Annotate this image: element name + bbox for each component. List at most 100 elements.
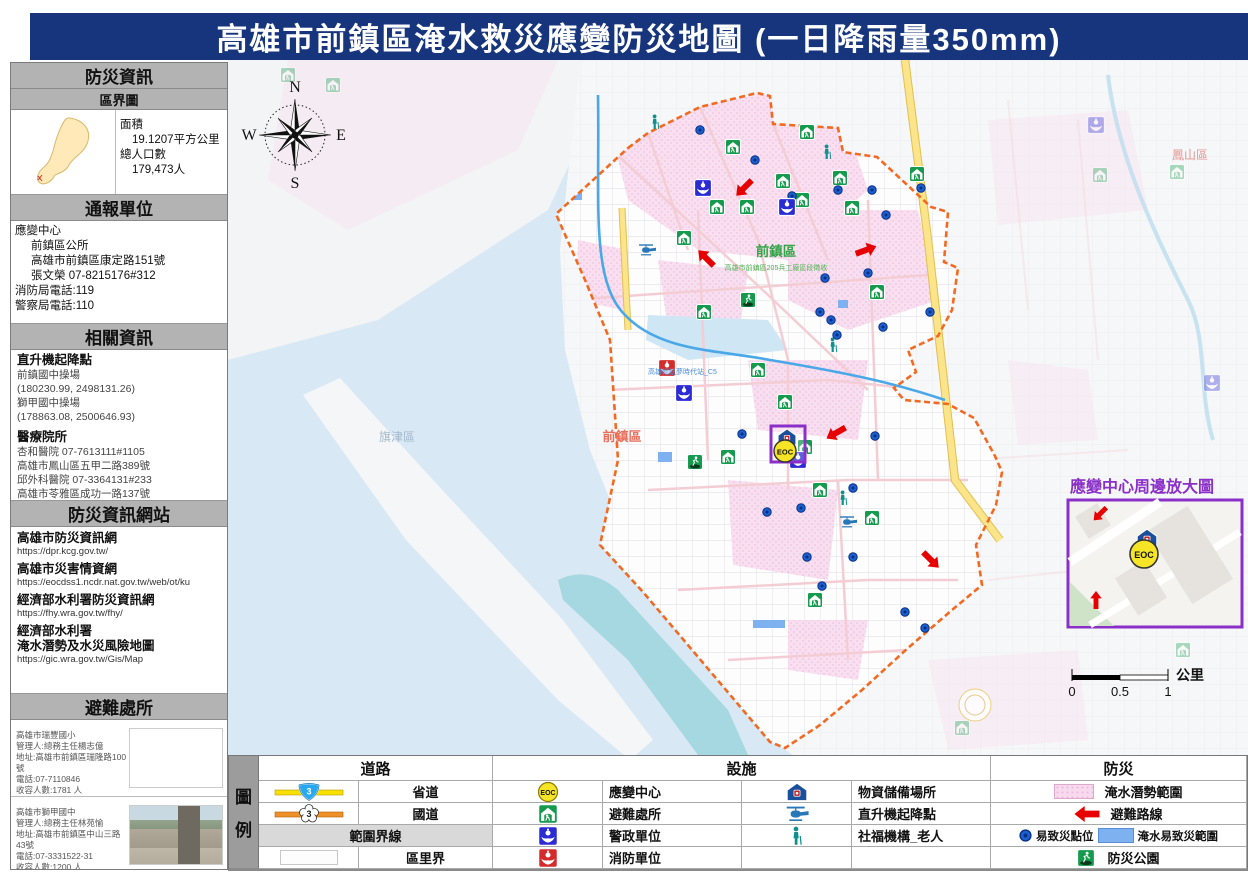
legend-elder-icon — [742, 825, 852, 847]
shelter-1-photo — [129, 728, 223, 788]
shelters-header: 避難處所 — [11, 694, 227, 720]
site-4-name-2: 淹水潛勢及水災風險地圖 — [17, 639, 221, 654]
shelter-1-capacity: 收容人數:1781 人 — [16, 785, 127, 796]
district-overview: 面積 19.1207平方公里 總人口數 179,473人 — [11, 110, 227, 195]
compass-e-label: E — [336, 127, 346, 144]
heliport-2: 獅甲國中操場 — [17, 396, 221, 410]
eoc-map-label: EOC — [777, 448, 794, 457]
flood-risk-swatch — [1098, 828, 1134, 843]
scale-half: 0.5 — [1111, 684, 1129, 699]
heliport-title: 直升機起降點 — [17, 352, 221, 368]
shelter-2-phone: 電話:07-3331522-31 — [16, 851, 127, 862]
office-line: 前鎮區公所 — [15, 239, 223, 254]
compass-s-label: S — [291, 175, 300, 192]
shelter-2-name: 高雄市獅甲國中 — [16, 807, 127, 818]
svg-text:EOC: EOC — [540, 790, 555, 797]
related-info-header: 相關資訊 — [11, 324, 227, 350]
hospital-2-address: 高雄市苓雅區成功一路137號 — [17, 487, 221, 501]
legend-eoc-label: 應變中心 — [603, 781, 742, 803]
shelter-1-name: 高雄市瑞豐國小 — [16, 730, 127, 741]
legend-boundary-header: 範圍界線 — [259, 825, 493, 847]
hospital-2: 邱外科醫院 07-3364131#233 — [17, 473, 221, 487]
evac-arrow-icon — [1074, 806, 1100, 822]
area-label: 面積 — [120, 118, 225, 133]
district-shape-thumbnail — [11, 110, 116, 194]
shelter-2-capacity: 收容人數:1200 人 — [16, 862, 127, 870]
report-unit-block: 應變中心 前鎮區公所 高雄市前鎮區康定路151號 張文榮 07-8215176#… — [11, 221, 227, 324]
heliport-1: 前鎮國中操場 — [17, 368, 221, 382]
shelter-entry-1: 高雄市瑞豐國小 管理人:總務主任楊志億 地址:高雄市前鎮區瑞隆路100號 電話:… — [11, 720, 227, 797]
legend-police-icon — [493, 825, 603, 847]
legend-side-label: 圖例 — [229, 756, 259, 868]
scale-one: 1 — [1164, 684, 1171, 699]
heliport-1-coord: (180230.99, 2498131.26) — [17, 382, 221, 396]
related-info-block: 直升機起降點 前鎮國中操場 (180230.99, 2498131.26) 獅甲… — [11, 350, 227, 501]
page-title: 高雄市前鎮區淹水救災應變防災地圖 (一日降雨量350mm) — [30, 13, 1248, 60]
shelter-entry-2: 高雄市獅甲國中 管理人:總務主任林苑愉 地址:高雄市前鎮區中山三路43號 電話:… — [11, 797, 227, 870]
legend-empty-cell — [742, 847, 852, 869]
inset-eoc-label: EOC — [1134, 550, 1154, 560]
police-phone: 警察局電話:110 — [15, 299, 223, 314]
map-canvas: EOC 前鎮區 高雄市前鎮區205兵工廠區段徵收 前鎮區 旗津區 鳳山區 高雄輕… — [228, 60, 1248, 755]
district-line-swatch — [259, 847, 359, 869]
fire-phone: 消防局電話:119 — [15, 284, 223, 299]
sidebar-header: 防災資訊 — [11, 63, 227, 89]
lrt-station-label: 高雄輕軌夢時代站_C5 — [648, 367, 717, 376]
site-2-url: https://eocdss1.ncdr.nat.gov.tw/web/ot/k… — [17, 577, 221, 589]
site-4-url: https://gic.wra.gov.tw/Gis/Map — [17, 654, 221, 666]
disaster-park-icon — [1077, 849, 1095, 867]
shelter-2-address: 地址:高雄市前鎮區中山三路43號 — [16, 829, 127, 851]
site-1-url: https://dpr.kcg.gov.tw/ — [17, 546, 221, 558]
site-1-name: 高雄市防災資訊網 — [17, 531, 221, 546]
hospital-1-address: 高雄市鳳山區五甲二路389號 — [17, 459, 221, 473]
legend-prevention-header: 防災 — [991, 756, 1247, 781]
scale-unit: 公里 — [1176, 667, 1204, 683]
legend-heliport-label: 直升機起降點 — [852, 803, 991, 825]
national-road-label: 國道 — [359, 803, 493, 825]
shelter-2-photo — [129, 805, 223, 865]
site-3-name: 經濟部水利署防災資訊網 — [17, 593, 221, 608]
shelter-2-manager: 管理人:總務主任林苑愉 — [16, 818, 127, 829]
disaster-park-icon — [741, 293, 756, 308]
disaster-map-page: 高雄市前鎮區淹水救災應變防災地圖 (一日降雨量350mm) 防災資訊 區界圖 面… — [0, 0, 1248, 882]
compass-w-label: W — [241, 127, 257, 144]
site-2-name: 高雄市災害情資網 — [17, 562, 221, 577]
legend-shelter-label: 避難處所 — [603, 803, 742, 825]
national-road-icon: 3 — [259, 803, 359, 825]
district-line-label: 區里界 — [359, 847, 493, 869]
compass-n-label: N — [289, 79, 301, 96]
svg-text:3: 3 — [306, 809, 311, 819]
risk-point-icon — [1019, 829, 1032, 842]
site-4-name: 經濟部水利署 — [17, 624, 221, 639]
eoc-inset-map: 應變中心周邊放大圖 EOC — [1068, 477, 1242, 627]
legend-facilities-header: 設施 — [493, 756, 991, 781]
district-sublabel-green: 高雄市前鎮區205兵工廠區段徵收 — [725, 263, 828, 272]
report-unit-header: 通報單位 — [11, 195, 227, 221]
office-address: 高雄市前鎮區康定路151號 — [15, 254, 223, 269]
info-sidebar: 防災資訊 區界圖 面積 19.1207平方公里 總人口數 179,473人 通報… — [10, 62, 228, 870]
svg-text:3: 3 — [306, 786, 311, 796]
flood-zone-swatch — [1054, 784, 1094, 799]
legend-flood-zone: 淹水潛勢範圍 — [991, 781, 1247, 803]
eoc-highlight: EOC — [771, 426, 805, 462]
legend-police-label: 警政單位 — [603, 825, 742, 847]
district-shape-icon — [13, 113, 113, 191]
hospital-1: 杏和醫院 07-7613111#1105 — [17, 445, 221, 459]
legend-fire-label: 消防單位 — [603, 847, 742, 869]
district-label-green: 前鎮區 — [756, 243, 797, 259]
population-label: 總人口數 — [120, 148, 225, 163]
hospital-title: 醫療院所 — [17, 429, 221, 445]
district-map-header: 區界圖 — [11, 89, 227, 110]
fengshan-district-label: 鳳山區 — [1172, 148, 1208, 162]
site-3-url: https://fhy.wra.gov.tw/fhy/ — [17, 608, 221, 620]
shelter-1-phone: 電話:07-7110846 — [16, 774, 127, 785]
contact-line: 張文榮 07-8215176#312 — [15, 269, 223, 284]
population-value: 179,473人 — [120, 163, 225, 178]
area-value: 19.1207平方公里 — [120, 133, 225, 148]
qijin-district-label: 旗津區 — [379, 429, 415, 444]
shelter-1-address: 地址:高雄市前鎮區瑞隆路100號 — [16, 752, 127, 774]
main-map: EOC 前鎮區 高雄市前鎮區205兵工廠區段徵收 前鎮區 旗津區 鳳山區 高雄輕… — [228, 60, 1248, 755]
legend-heliport-icon — [742, 803, 852, 825]
websites-header: 防災資訊網站 — [11, 501, 227, 527]
legend-supply-icon — [742, 781, 852, 803]
